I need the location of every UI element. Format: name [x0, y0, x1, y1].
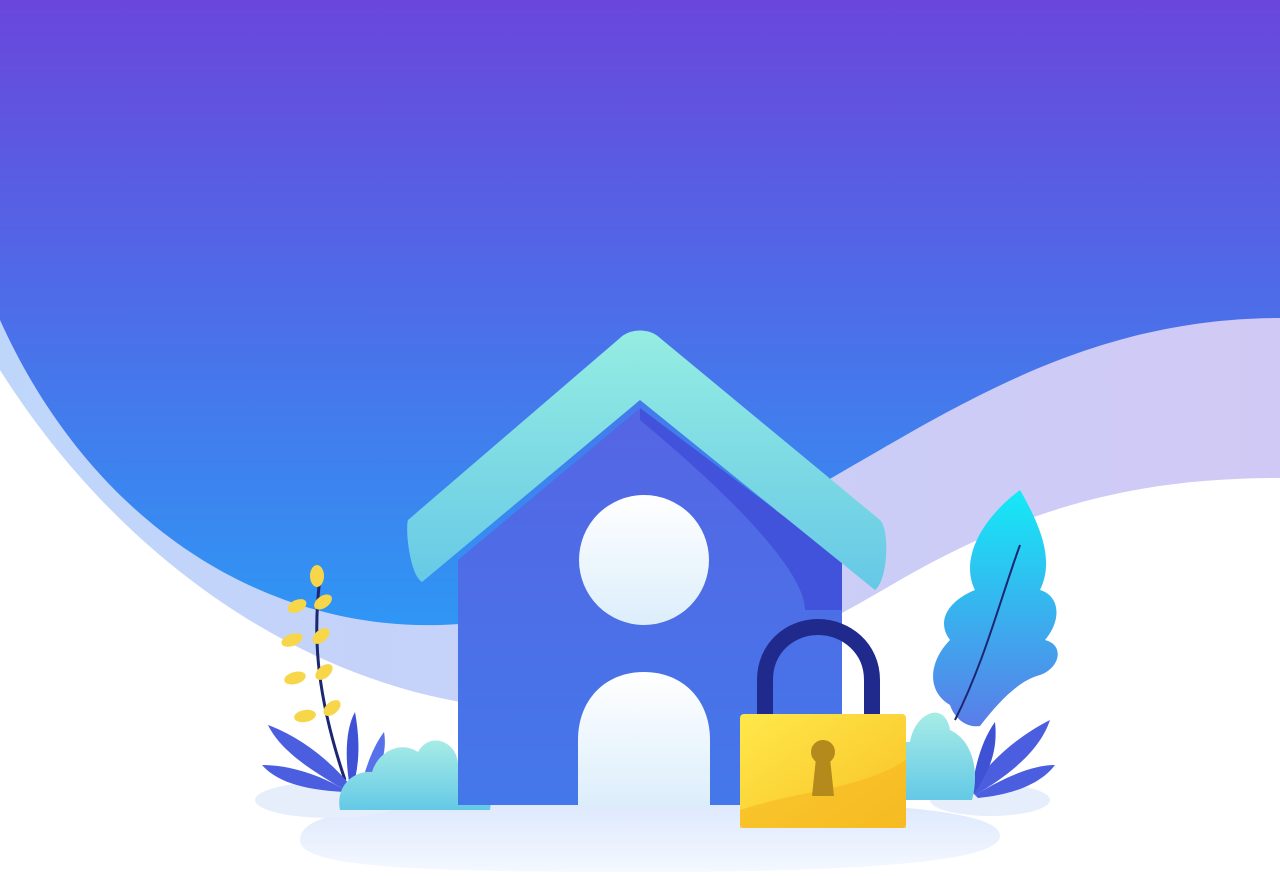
security-home-illustration [0, 0, 1280, 872]
blue-leaf-cluster-right-icon [970, 720, 1055, 798]
house-door [578, 672, 710, 805]
round-window [579, 495, 709, 625]
